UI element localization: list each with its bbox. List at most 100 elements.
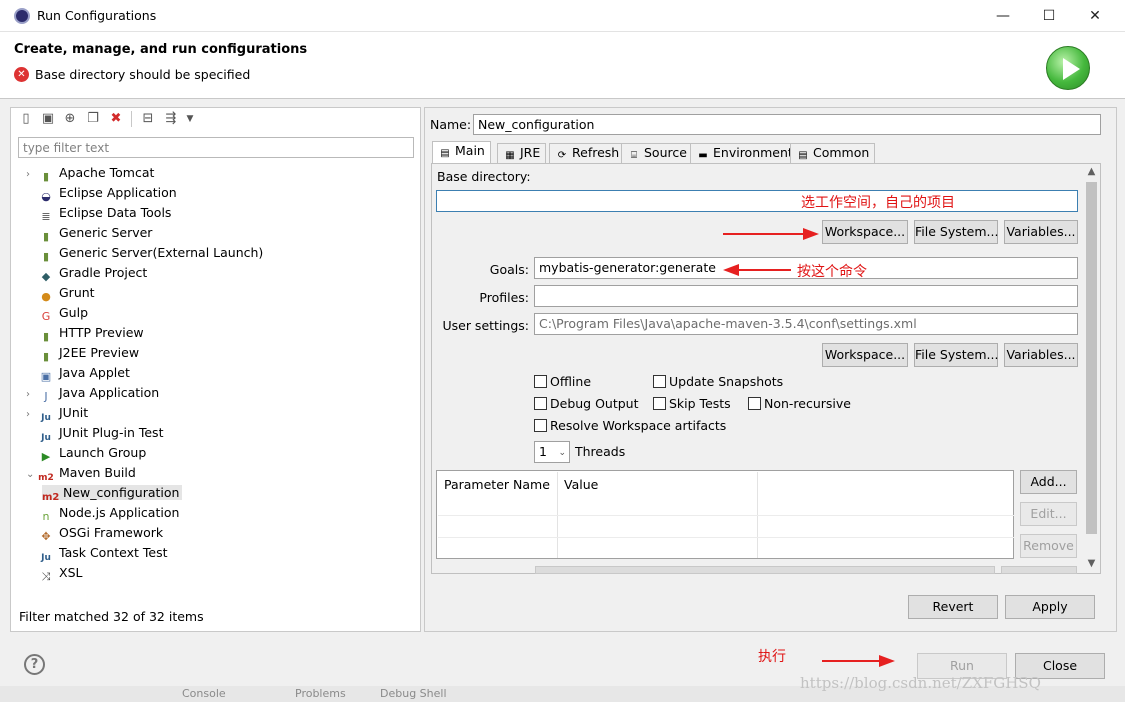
horizontal-scrollbar-end[interactable] [1001, 566, 1077, 574]
filter-configurations-icon[interactable]: ⇶ [163, 111, 179, 127]
offline-label: Offline [550, 374, 592, 389]
error-icon: ✕ [14, 67, 29, 82]
name-input[interactable]: New_configuration [473, 114, 1101, 135]
resolve-workspace-checkbox[interactable] [534, 419, 547, 432]
tab-label: JRE [520, 145, 541, 160]
threads-select[interactable]: 1 ⌄ [534, 441, 570, 463]
scrollbar-thumb[interactable] [1086, 182, 1097, 534]
update-snapshots-label: Update Snapshots [669, 374, 784, 389]
duplicate-configuration-icon[interactable]: ❐ [85, 111, 101, 127]
close-window-button[interactable]: ✕ [1072, 0, 1118, 32]
workspace-arrow-head [803, 228, 819, 240]
delete-configuration-icon[interactable]: ✖ [108, 111, 124, 127]
tree-item[interactable]: ≣ Eclipse Data Tools [26, 203, 171, 223]
tab-icon: ▬ [698, 150, 708, 161]
tree-item-label: Eclipse Data Tools [59, 205, 172, 220]
base-workspace-button[interactable]: Workspace... [822, 220, 908, 244]
tree-item[interactable]: ✥ OSGi Framework [26, 523, 163, 543]
watermark: https://blog.csdn.net/ZXFGHSQ [800, 674, 1041, 692]
vertical-scrollbar[interactable]: ▲ ▼ [1083, 164, 1100, 573]
filter-input[interactable] [18, 137, 414, 158]
goals-note: 按这个命令 [797, 264, 867, 280]
tree-item[interactable]: ● Grunt [26, 283, 94, 303]
tree-expander-icon[interactable]: ⌄ [26, 465, 38, 485]
non-recursive-label: Non-recursive [764, 396, 851, 411]
settings-workspace-button[interactable]: Workspace... [822, 343, 908, 367]
scroll-down-icon[interactable]: ▼ [1083, 556, 1100, 571]
tree-item-label: Java Applet [59, 365, 130, 380]
new-configuration-icon[interactable]: ▯ [18, 111, 34, 127]
tree-item[interactable]: ▮ HTTP Preview [26, 323, 144, 343]
minimize-button[interactable]: — [980, 0, 1026, 32]
tree-item[interactable]: › Ju JUnit [26, 403, 88, 423]
tree-expander-icon[interactable]: › [26, 165, 38, 185]
user-settings-input[interactable]: C:\Program Files\Java\apache-maven-3.5.4… [534, 313, 1078, 335]
tree-item-label: Generic Server(External Launch) [59, 245, 264, 260]
run-banner-icon [1046, 46, 1090, 90]
tab-jre[interactable]: ▦ JRE [497, 143, 547, 163]
tree-item[interactable]: Ju JUnit Plug-in Test [26, 423, 163, 443]
tab-refresh[interactable]: ⟳ Refresh [549, 143, 626, 163]
profiles-input[interactable] [534, 285, 1078, 307]
tab-source[interactable]: ⌸ Source [621, 143, 693, 163]
revert-button[interactable]: Revert [908, 595, 998, 619]
eclipse-logo-icon [14, 8, 30, 24]
tree-item[interactable]: ▣ Java Applet [26, 363, 130, 383]
tab-common[interactable]: ▤ Common [790, 143, 876, 163]
tree-item[interactable]: ◆ Gradle Project [26, 263, 148, 283]
tree-item[interactable]: ▮ Generic Server [26, 223, 152, 243]
tree-item-label: Java Application [59, 385, 160, 400]
tree-item[interactable]: ▮ J2EE Preview [26, 343, 139, 363]
debug-output-label: Debug Output [550, 396, 639, 411]
update-snapshots-checkbox[interactable] [653, 375, 666, 388]
tab-label: Refresh [572, 145, 620, 160]
edit-parameter-button[interactable]: Edit... [1020, 502, 1077, 526]
base-filesystem-button[interactable]: File System... [914, 220, 998, 244]
debug-output-checkbox[interactable] [534, 397, 547, 410]
new-prototype-icon[interactable]: ▣ [40, 111, 56, 127]
problems-tab: Problems [295, 687, 346, 700]
settings-variables-button[interactable]: Variables... [1004, 343, 1078, 367]
run-arrow-head [879, 655, 895, 667]
non-recursive-checkbox[interactable] [748, 397, 761, 410]
tab-icon: ⌸ [631, 150, 637, 161]
tree-item-new-configuration[interactable]: m2 New_configuration [42, 483, 183, 503]
remove-parameter-button[interactable]: Remove [1020, 534, 1077, 558]
tree-expander-icon[interactable]: › [26, 405, 38, 425]
tree-item[interactable]: ▶ Launch Group [26, 443, 147, 463]
tree-item-label: Gulp [59, 305, 89, 320]
tab-icon: ⟳ [557, 150, 567, 161]
tree-item[interactable]: ◒ Eclipse Application [26, 183, 176, 203]
maximize-button[interactable]: ☐ [1026, 0, 1072, 32]
tree-item[interactable]: › ▮ Apache Tomcat [26, 163, 154, 183]
help-icon[interactable]: ? [24, 654, 45, 675]
tab-icon: ▤ [798, 150, 808, 161]
tree-item[interactable]: Ju Task Context Test [26, 543, 168, 563]
tree-item-label: JUnit [59, 405, 89, 420]
horizontal-scrollbar[interactable] [535, 566, 995, 574]
export-configuration-icon[interactable]: ⊕ [62, 111, 78, 127]
apply-button[interactable]: Apply [1005, 595, 1095, 619]
tab-environment[interactable]: ▬ Environment [690, 143, 799, 163]
offline-checkbox[interactable] [534, 375, 547, 388]
tree-item-label: Task Context Test [59, 545, 168, 560]
tree-item[interactable]: ⌄ m2 Maven Build [26, 463, 136, 483]
tree-item[interactable]: G Gulp [26, 303, 88, 323]
add-parameter-button[interactable]: Add... [1020, 470, 1077, 494]
tree-item[interactable]: n Node.js Application [26, 503, 180, 523]
tree-item[interactable]: ▮ Generic Server(External Launch) [26, 243, 263, 263]
tree-item[interactable]: ⤨ XSL [26, 563, 83, 583]
skip-tests-checkbox[interactable] [653, 397, 666, 410]
base-variables-button[interactable]: Variables... [1004, 220, 1078, 244]
tree-item-label: Gradle Project [59, 265, 148, 280]
tree-item[interactable]: › J Java Application [26, 383, 159, 403]
tree-expander-icon[interactable]: › [26, 385, 38, 405]
parameters-table[interactable]: Parameter Name Value [436, 470, 1014, 559]
scroll-up-icon[interactable]: ▲ [1083, 164, 1100, 179]
collapse-all-icon[interactable]: ⊟ [140, 111, 156, 127]
tree-item-label: XSL [59, 565, 83, 580]
base-directory-input[interactable] [436, 190, 1078, 212]
filter-dropdown-icon[interactable]: ▼ [182, 111, 198, 127]
settings-filesystem-button[interactable]: File System... [914, 343, 998, 367]
tab-main[interactable]: ▤ Main [432, 141, 491, 164]
